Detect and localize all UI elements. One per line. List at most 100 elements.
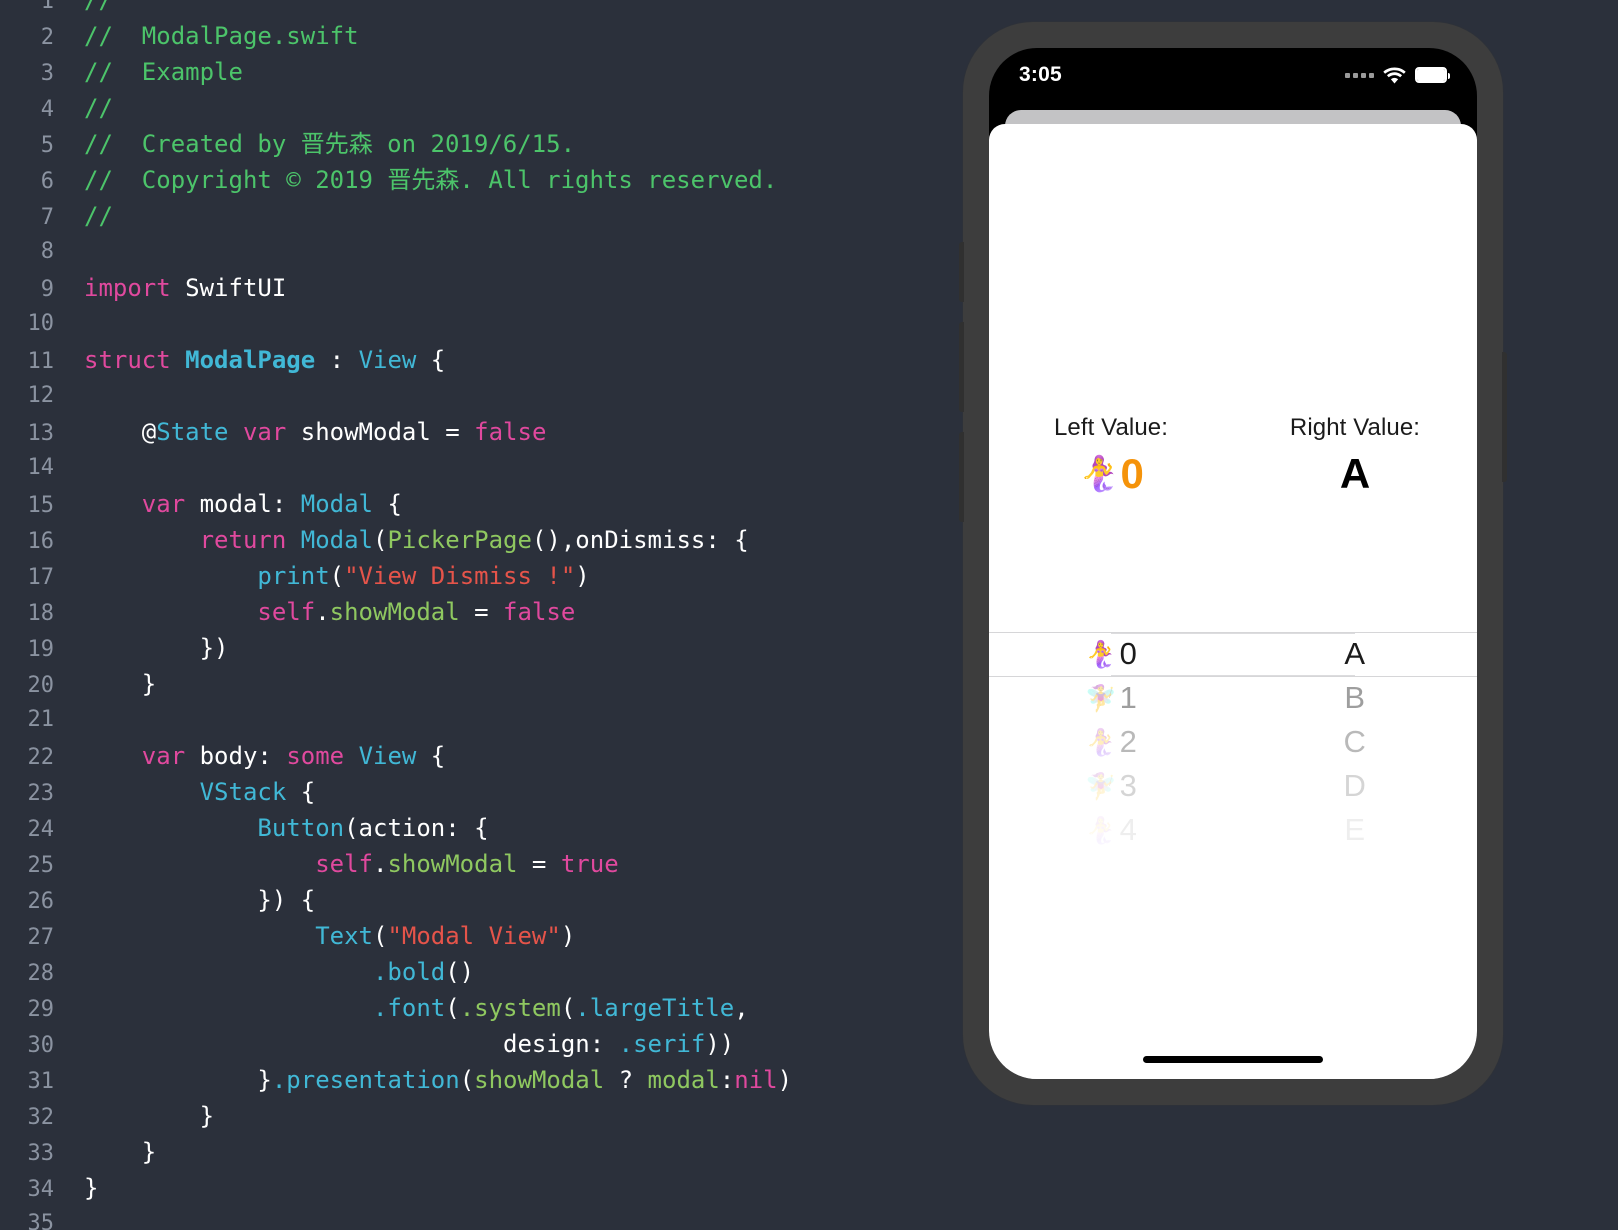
picker-wheel-group[interactable]: 🧜‍♀️ 0 🧚‍♀️ 1 🧜‍♀️ 2 🧚‍♀️ 3 🧜‍♀️ 4 ABCDE bbox=[989, 632, 1477, 862]
code-line[interactable]: 2 // ModalPage.swift bbox=[0, 18, 960, 54]
code-token: ( bbox=[329, 562, 345, 590]
code-token: // Created by 晋先森 on 2019/6/15. bbox=[84, 130, 576, 158]
code-token: ( bbox=[373, 526, 388, 554]
code-line[interactable]: 34} bbox=[0, 1170, 960, 1206]
code-token: var bbox=[141, 742, 186, 770]
silent-switch[interactable] bbox=[959, 242, 964, 302]
left-value-display: 🧜‍♀️ 0 bbox=[989, 450, 1233, 497]
signal-dots-icon bbox=[1345, 72, 1374, 78]
picker-column-right[interactable]: ABCDE bbox=[1233, 632, 1477, 862]
code-line[interactable]: 1 // bbox=[0, 0, 960, 18]
picker-left-row[interactable]: 🧚‍♀️ 3 bbox=[989, 764, 1233, 808]
code-line[interactable]: 26 }) { bbox=[0, 882, 960, 918]
line-number: 2 bbox=[40, 25, 54, 50]
picker-right-label: C bbox=[1343, 724, 1367, 759]
picker-left-row[interactable]: 🧜‍♀️ 2 bbox=[989, 720, 1233, 764]
code-token: some bbox=[286, 742, 345, 770]
code-token: showModal = bbox=[286, 418, 475, 446]
power-button[interactable] bbox=[1502, 352, 1507, 482]
code-line[interactable]: 20 } bbox=[0, 666, 960, 702]
code-token: showModal bbox=[387, 850, 518, 878]
line-number: 33 bbox=[27, 1141, 55, 1166]
code-token: ) bbox=[560, 922, 576, 950]
code-token: ? bbox=[604, 1066, 648, 1094]
picker-right-row[interactable]: E bbox=[1233, 808, 1477, 852]
left-value-text: 0 bbox=[1120, 450, 1144, 497]
picker-left-row[interactable]: 🧚‍♀️ 1 bbox=[989, 676, 1233, 720]
line-number: 19 bbox=[27, 637, 55, 662]
picker-right-row[interactable]: C bbox=[1233, 720, 1477, 764]
code-line[interactable]: 32 } bbox=[0, 1098, 960, 1134]
code-token: true bbox=[560, 850, 619, 878]
code-token: nil bbox=[734, 1066, 778, 1094]
code-line[interactable]: 27 Text("Modal View") bbox=[0, 918, 960, 954]
line-source: // Example bbox=[62, 54, 243, 90]
code-editor[interactable]: 1 // 2 // ModalPage.swift 3 // Example 4 // 5 // … bbox=[0, 0, 960, 1230]
right-value-text: A bbox=[1339, 450, 1371, 497]
line-source: // Copyright © 2019 晋先森. All rights rese… bbox=[62, 162, 777, 198]
code-token: modal: bbox=[185, 490, 301, 518]
code-line[interactable]: 30 design: .serif)) bbox=[0, 1026, 960, 1062]
code-token: import bbox=[84, 274, 171, 302]
code-token: .largeTitle bbox=[575, 994, 735, 1022]
code-token: (action: { bbox=[344, 814, 489, 842]
code-token: = bbox=[517, 850, 561, 878]
code-token: // Copyright © 2019 晋先森. All rights rese… bbox=[84, 166, 778, 194]
code-line[interactable]: 33 } bbox=[0, 1134, 960, 1170]
code-token: "Modal View" bbox=[387, 922, 561, 950]
code-lines[interactable]: 1 // 2 // ModalPage.swift 3 // Example 4 // 5 // … bbox=[0, 0, 960, 1230]
code-line[interactable]: 17 print("View Dismiss !") bbox=[0, 558, 960, 594]
picker-right-row[interactable]: B bbox=[1233, 676, 1477, 720]
device-screen[interactable]: 3:05 bbox=[989, 48, 1477, 1079]
picker-left-row[interactable]: 🧜‍♀️ 0 bbox=[989, 632, 1233, 676]
code-line[interactable]: 6 // Copyright © 2019 晋先森. All rights res… bbox=[0, 162, 960, 198]
code-line[interactable]: 19 }) bbox=[0, 630, 960, 666]
line-source: print("View Dismiss !") bbox=[62, 558, 589, 594]
picker-right-row[interactable]: D bbox=[1233, 764, 1477, 808]
code-line[interactable]: 21 bbox=[0, 702, 960, 738]
code-line[interactable]: 12 bbox=[0, 378, 960, 414]
code-line[interactable]: 5 // Created by 晋先森 on 2019/6/15. bbox=[0, 126, 960, 162]
volume-down-button[interactable] bbox=[959, 432, 964, 522]
code-line[interactable]: 11 struct ModalPage : View { bbox=[0, 342, 960, 378]
right-value-display: A bbox=[1233, 450, 1477, 497]
code-token: { bbox=[416, 346, 446, 374]
code-line[interactable]: 10 bbox=[0, 306, 960, 342]
code-line[interactable]: 9 import SwiftUI bbox=[0, 270, 960, 306]
line-number: 32 bbox=[27, 1105, 55, 1130]
code-line[interactable]: 25 self.showModal = true bbox=[0, 846, 960, 882]
code-line[interactable]: 29 .font(.system(.largeTitle, bbox=[0, 990, 960, 1026]
line-source: .bold() bbox=[62, 954, 474, 990]
line-source: Text("Modal View") bbox=[62, 918, 575, 954]
picker-column-left[interactable]: 🧜‍♀️ 0 🧚‍♀️ 1 🧜‍♀️ 2 🧚‍♀️ 3 🧜‍♀️ 4 bbox=[989, 632, 1233, 862]
code-line[interactable]: 18 self.showModal = false bbox=[0, 594, 960, 630]
code-token: showModal bbox=[474, 1066, 605, 1094]
code-line[interactable]: 24 Button(action: { bbox=[0, 810, 960, 846]
code-line[interactable]: 16 return Modal(PickerPage(),onDismiss: … bbox=[0, 522, 960, 558]
code-line[interactable]: 23 VStack { bbox=[0, 774, 960, 810]
code-line[interactable]: 4 // bbox=[0, 90, 960, 126]
code-token: } bbox=[84, 670, 157, 698]
code-line[interactable]: 7 // bbox=[0, 198, 960, 234]
code-line[interactable]: 13 @State var showModal = false bbox=[0, 414, 960, 450]
code-line[interactable]: 22 var body: some View { bbox=[0, 738, 960, 774]
code-line[interactable]: 35 bbox=[0, 1206, 960, 1230]
code-line[interactable]: 8 bbox=[0, 234, 960, 270]
code-token: )) bbox=[705, 1030, 735, 1058]
line-source: }) bbox=[62, 630, 229, 666]
code-token: : bbox=[315, 346, 359, 374]
wifi-icon bbox=[1383, 67, 1406, 84]
modal-sheet[interactable]: Left Value: 🧜‍♀️ 0 Right Value: A bbox=[989, 124, 1477, 1079]
code-line[interactable]: 28 .bold() bbox=[0, 954, 960, 990]
code-line[interactable]: 15 var modal: Modal { bbox=[0, 486, 960, 522]
volume-up-button[interactable] bbox=[959, 322, 964, 412]
code-token: Text bbox=[315, 922, 373, 950]
code-line[interactable]: 31 }.presentation(showModal ? modal:nil) bbox=[0, 1062, 960, 1098]
picker-right-row[interactable]: A bbox=[1233, 632, 1477, 676]
line-number: 31 bbox=[27, 1069, 55, 1094]
code-line[interactable]: 3 // Example bbox=[0, 54, 960, 90]
code-line[interactable]: 14 bbox=[0, 450, 960, 486]
picker-left-row[interactable]: 🧜‍♀️ 4 bbox=[989, 808, 1233, 852]
